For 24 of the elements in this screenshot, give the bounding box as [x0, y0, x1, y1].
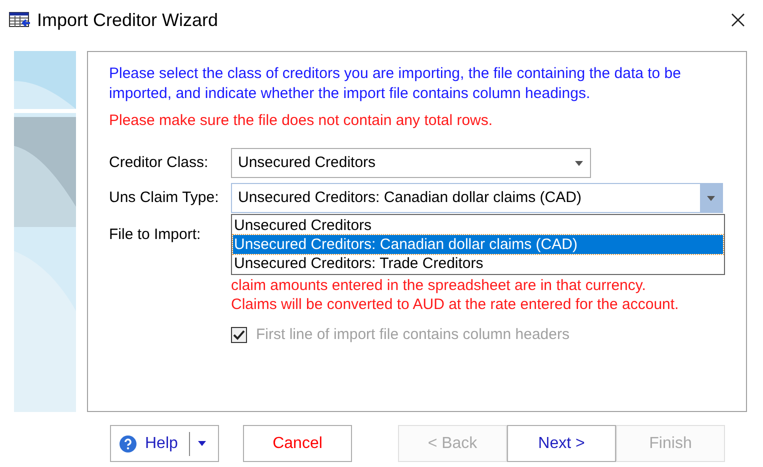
cancel-button[interactable]: Cancel — [243, 425, 352, 462]
combo-box[interactable]: Unsecured Creditors — [231, 148, 591, 178]
note-text: Claims will be converted to AUD at the rate entered for the account. — [231, 295, 680, 314]
window-title: Import Creditor Wizard — [37, 8, 218, 32]
warning-text: Please make sure the file does not contain any total rows. — [109, 111, 494, 131]
note-text: claim amounts entered in the spreadsheet are in that currency. — [231, 276, 647, 295]
next-button[interactable]: Next > — [507, 425, 616, 462]
dropdown-option[interactable]: Unsecured Creditors: Canadian dollar claims (CAD) — [233, 235, 723, 254]
dropdown-arrow-icon — [575, 160, 583, 166]
dropdown-arrow-icon — [707, 196, 715, 200]
dropdown-option[interactable]: Unsecured Creditors: Trade Creditors — [233, 254, 723, 273]
checkbox-label: First line of import file contains column headers — [256, 325, 570, 345]
check-icon — [233, 330, 245, 340]
combo-box[interactable]: Unsecured Creditors: Canadian dollar claims (CAD) — [231, 183, 723, 213]
caret-icon — [198, 441, 206, 446]
field-label: Uns Claim Type: — [109, 188, 220, 208]
instructions-text: Please select the class of creditors you are importing, the file containing the data to be imported, and indicate whether the import file contains column headings. — [109, 64, 682, 104]
help-icon — [119, 434, 137, 452]
field-label: Creditor Class: — [109, 152, 210, 173]
field-label: File to Import: — [109, 225, 202, 245]
help-button[interactable]: Help — [110, 425, 219, 462]
close-icon[interactable] — [731, 13, 745, 27]
dropdown-option[interactable]: Unsecured Creditors — [233, 216, 723, 235]
table-icon — [9, 12, 31, 28]
